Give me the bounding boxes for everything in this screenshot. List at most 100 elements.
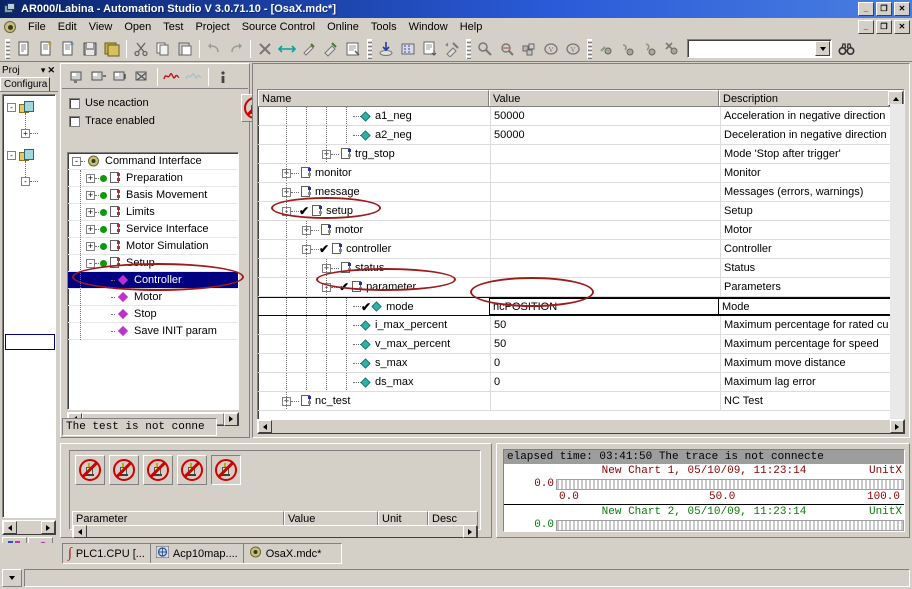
table-row[interactable]: ✔ mode ncPOSITION Mode: [258, 297, 904, 316]
command-tree[interactable]: - Command Interface + Preparation + Basis Mov…: [67, 152, 239, 410]
checkmark-icon[interactable]: ✔: [319, 242, 329, 256]
cell-name[interactable]: + message: [258, 183, 490, 201]
compile-icon[interactable]: [397, 38, 419, 60]
menu-item-project[interactable]: Project: [189, 19, 235, 35]
column-header-name[interactable]: Name: [258, 90, 489, 106]
grid-scroll-right-button[interactable]: [890, 420, 904, 433]
table-row[interactable]: + message Messages (errors, warnings): [258, 183, 904, 202]
new-file-icon[interactable]: [13, 38, 35, 60]
table-row[interactable]: - ✔ setup Setup: [258, 202, 904, 221]
cell-name[interactable]: ✔ mode: [258, 298, 490, 315]
command-tree-item-basis-movement[interactable]: + Basis Movement: [68, 187, 238, 204]
cell-name[interactable]: + nc_test: [258, 392, 490, 410]
trace-panel-inner[interactable]: elapsed time: 03:41:50 The trace is not …: [503, 449, 905, 532]
toolbar-grip-1[interactable]: [5, 38, 10, 59]
table-row[interactable]: + trg_stop Mode 'Stop after trigger': [258, 145, 904, 164]
redo-icon[interactable]: [225, 38, 247, 60]
project-tree[interactable]: - + - -: [2, 94, 56, 518]
expander-collapse-icon[interactable]: -: [72, 156, 81, 166]
expander-expand-icon[interactable]: +: [86, 207, 95, 217]
cell-value[interactable]: [490, 164, 720, 182]
watch-button-3[interactable]: [143, 455, 173, 485]
cell-value[interactable]: 50000: [490, 107, 720, 125]
cell-name[interactable]: + monitor: [258, 164, 490, 182]
cell-value[interactable]: 50: [490, 335, 720, 353]
cmd-scroll-right-button[interactable]: [224, 412, 238, 426]
cell-name[interactable]: a1_neg: [258, 107, 490, 125]
cell-name[interactable]: i_max_percent: [258, 316, 490, 334]
watch-button-2[interactable]: [109, 455, 139, 485]
delete-rows-icon[interactable]: [132, 66, 154, 88]
chart-1-plot-area[interactable]: [556, 478, 904, 490]
project-tree-node-3[interactable]: -: [21, 177, 38, 186]
debug-run-icon[interactable]: [595, 38, 617, 60]
cell-value[interactable]: [490, 259, 720, 277]
debug-stop-icon[interactable]: [661, 38, 683, 60]
menu-item-test[interactable]: Test: [157, 19, 189, 35]
watch-scroll-left-button[interactable]: [73, 525, 87, 538]
cell-name[interactable]: - ✔ controller: [258, 240, 490, 258]
grid-vertical-scrollbar[interactable]: [890, 104, 905, 434]
watch-button-4[interactable]: [177, 455, 207, 485]
mdi-minimize-button[interactable]: _: [858, 20, 874, 34]
cell-value[interactable]: [490, 202, 720, 220]
command-tree-item-service-interface[interactable]: + Service Interface: [68, 221, 238, 238]
chevron-down-icon[interactable]: [815, 41, 830, 56]
expander-expand-icon[interactable]: +: [86, 190, 95, 200]
command-tree-item-setup[interactable]: - Setup: [68, 255, 238, 272]
restore-button[interactable]: ❐: [876, 2, 892, 16]
table-row[interactable]: a2_neg 50000 Deceleration in negative dire…: [258, 126, 904, 145]
expander-collapse-icon[interactable]: -: [7, 103, 16, 112]
debug-stepinto-icon[interactable]: [639, 38, 661, 60]
insert-row3-icon[interactable]: [110, 66, 132, 88]
project-tree-node-0[interactable]: -: [7, 101, 35, 114]
properties-icon[interactable]: [342, 38, 364, 60]
menu-item-source-control[interactable]: Source Control: [236, 19, 321, 35]
expander-expand-icon[interactable]: +: [86, 224, 95, 234]
menu-item-online[interactable]: Online: [321, 19, 365, 35]
debug-step-icon[interactable]: [617, 38, 639, 60]
command-tree-item-command-interface[interactable]: - Command Interface: [68, 153, 238, 170]
project-tree-selection-box[interactable]: [5, 334, 55, 350]
build-icon[interactable]: [298, 38, 320, 60]
table-row[interactable]: - ✔ controller Controller: [258, 240, 904, 259]
parameter-grid[interactable]: Name Value Description a1_neg 50000 Accele…: [257, 89, 905, 434]
expander-expand-icon[interactable]: +: [86, 241, 95, 251]
command-tree-item-limits[interactable]: + Limits: [68, 204, 238, 221]
grid-horizontal-scrollbar[interactable]: [257, 419, 905, 434]
menu-item-file[interactable]: File: [22, 19, 52, 35]
mdi-restore-button[interactable]: ❐: [876, 20, 892, 34]
find-binoculars-icon[interactable]: [835, 38, 857, 60]
checkbox-trace-enabled-row[interactable]: Trace enabled: [69, 112, 179, 130]
checkbox-trace-enabled[interactable]: [69, 115, 80, 127]
cell-name[interactable]: - ✔ setup: [258, 202, 490, 220]
table-row[interactable]: a1_neg 50000 Acceleration in negative dire…: [258, 107, 904, 126]
build-all-icon[interactable]: [320, 38, 342, 60]
expander-collapse-icon[interactable]: -: [86, 258, 95, 268]
cell-name[interactable]: + motor: [258, 221, 490, 239]
project-tree-hscrollbar[interactable]: [2, 520, 56, 535]
cell-name[interactable]: a2_neg: [258, 126, 490, 144]
expander-expand-icon[interactable]: +: [21, 129, 30, 138]
project-panel-close-icon[interactable]: ✕: [47, 65, 55, 76]
search-combobox[interactable]: [687, 39, 832, 58]
document-tab-plc1cpu[interactable]: ∫ PLC1.CPU [...: [63, 544, 151, 563]
table-row[interactable]: - ✔ parameter Parameters: [258, 278, 904, 297]
cell-value[interactable]: [490, 278, 720, 296]
minimize-button[interactable]: _: [858, 2, 874, 16]
cell-value[interactable]: 0: [490, 354, 720, 372]
close-button[interactable]: ✕: [894, 2, 910, 16]
new-file-alt2-icon[interactable]: [57, 38, 79, 60]
table-row[interactable]: + motor Motor: [258, 221, 904, 240]
download-icon[interactable]: [375, 38, 397, 60]
cell-value[interactable]: 50000: [490, 126, 720, 144]
cell-value[interactable]: ncPOSITION: [489, 298, 719, 315]
modules-icon[interactable]: [518, 38, 540, 60]
column-header-description[interactable]: Description: [723, 93, 778, 105]
copy-icon[interactable]: [152, 38, 174, 60]
delete-x-icon[interactable]: [254, 38, 276, 60]
listing-icon[interactable]: [419, 38, 441, 60]
var-monitor-icon[interactable]: V: [540, 38, 562, 60]
watch-button-1[interactable]: [75, 455, 105, 485]
insert-row-icon[interactable]: [66, 66, 88, 88]
